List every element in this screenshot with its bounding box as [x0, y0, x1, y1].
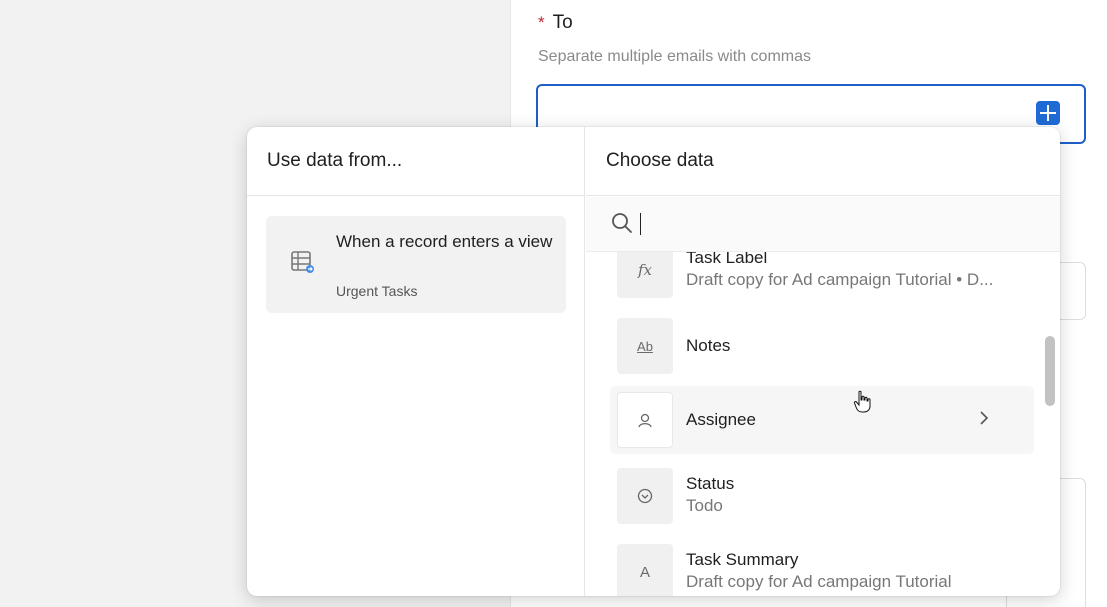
required-marker: * — [538, 13, 545, 32]
list-scrollbar[interactable] — [1045, 336, 1055, 406]
field-subtitle: Draft copy for Ad campaign Tutorial — [686, 572, 952, 591]
data-search-input[interactable] — [586, 197, 1060, 252]
field-title: Notes — [686, 336, 731, 355]
field-title: Assignee — [686, 410, 756, 429]
field-subtitle: Todo — [686, 496, 723, 515]
field-task-summary[interactable]: A Task Summary Draft copy for Ad campaign … — [610, 538, 1034, 596]
data-source-subtitle: Urgent Tasks — [336, 283, 418, 299]
user-icon — [617, 392, 673, 448]
table-view-icon — [291, 251, 314, 273]
select-glyph — [637, 488, 653, 504]
field-notes[interactable]: Ab Notes — [610, 312, 1034, 380]
app-stage: * To Separate multiple emails with commas… — [0, 0, 1107, 607]
to-field-hint: Separate multiple emails with commas — [538, 48, 811, 65]
text-caret — [640, 213, 641, 235]
field-title: Task Summary — [686, 550, 799, 569]
data-source-title-text: When a record enters a view — [336, 232, 553, 251]
field-title: Task Label — [686, 252, 768, 267]
field-task-label[interactable]: fx Task Label Draft copy for Ad campaign… — [610, 252, 1034, 304]
single-select-icon — [617, 468, 673, 524]
search-icon — [612, 213, 632, 233]
to-field-label: * To — [538, 12, 573, 34]
data-picker-popover: Use data from... When a record enters a … — [247, 127, 1060, 596]
long-text-icon: Ab — [617, 318, 673, 374]
to-label-text: To — [552, 12, 573, 33]
data-field-list: fx Task Label Draft copy for Ad campaign… — [586, 252, 1060, 596]
formula-glyph: fx — [637, 261, 652, 279]
long-text-glyph: Ab — [637, 338, 653, 354]
field-title: Status — [686, 474, 735, 493]
insert-data-button[interactable] — [1036, 101, 1060, 125]
data-source-trigger-card[interactable]: When a record enters a view Urgent Tasks — [266, 216, 566, 313]
data-source-title: Use data from... — [247, 127, 584, 196]
data-source-pane: Use data from... When a record enters a … — [247, 127, 585, 596]
chevron-right-icon[interactable] — [976, 408, 992, 428]
field-assignee[interactable]: Assignee — [610, 386, 1034, 454]
text-glyph: A — [639, 563, 650, 581]
choose-data-title: Choose data — [586, 127, 1060, 196]
pointer-hand-icon — [853, 390, 871, 413]
field-status[interactable]: Status Todo — [610, 462, 1034, 530]
formula-icon: fx — [617, 252, 673, 298]
text-icon: A — [617, 544, 673, 596]
field-subtitle: Draft copy for Ad campaign Tutorial • D.… — [686, 270, 994, 289]
user-glyph — [638, 413, 652, 428]
choose-data-pane: Choose data fx Task Label Draft copy for… — [586, 127, 1060, 596]
